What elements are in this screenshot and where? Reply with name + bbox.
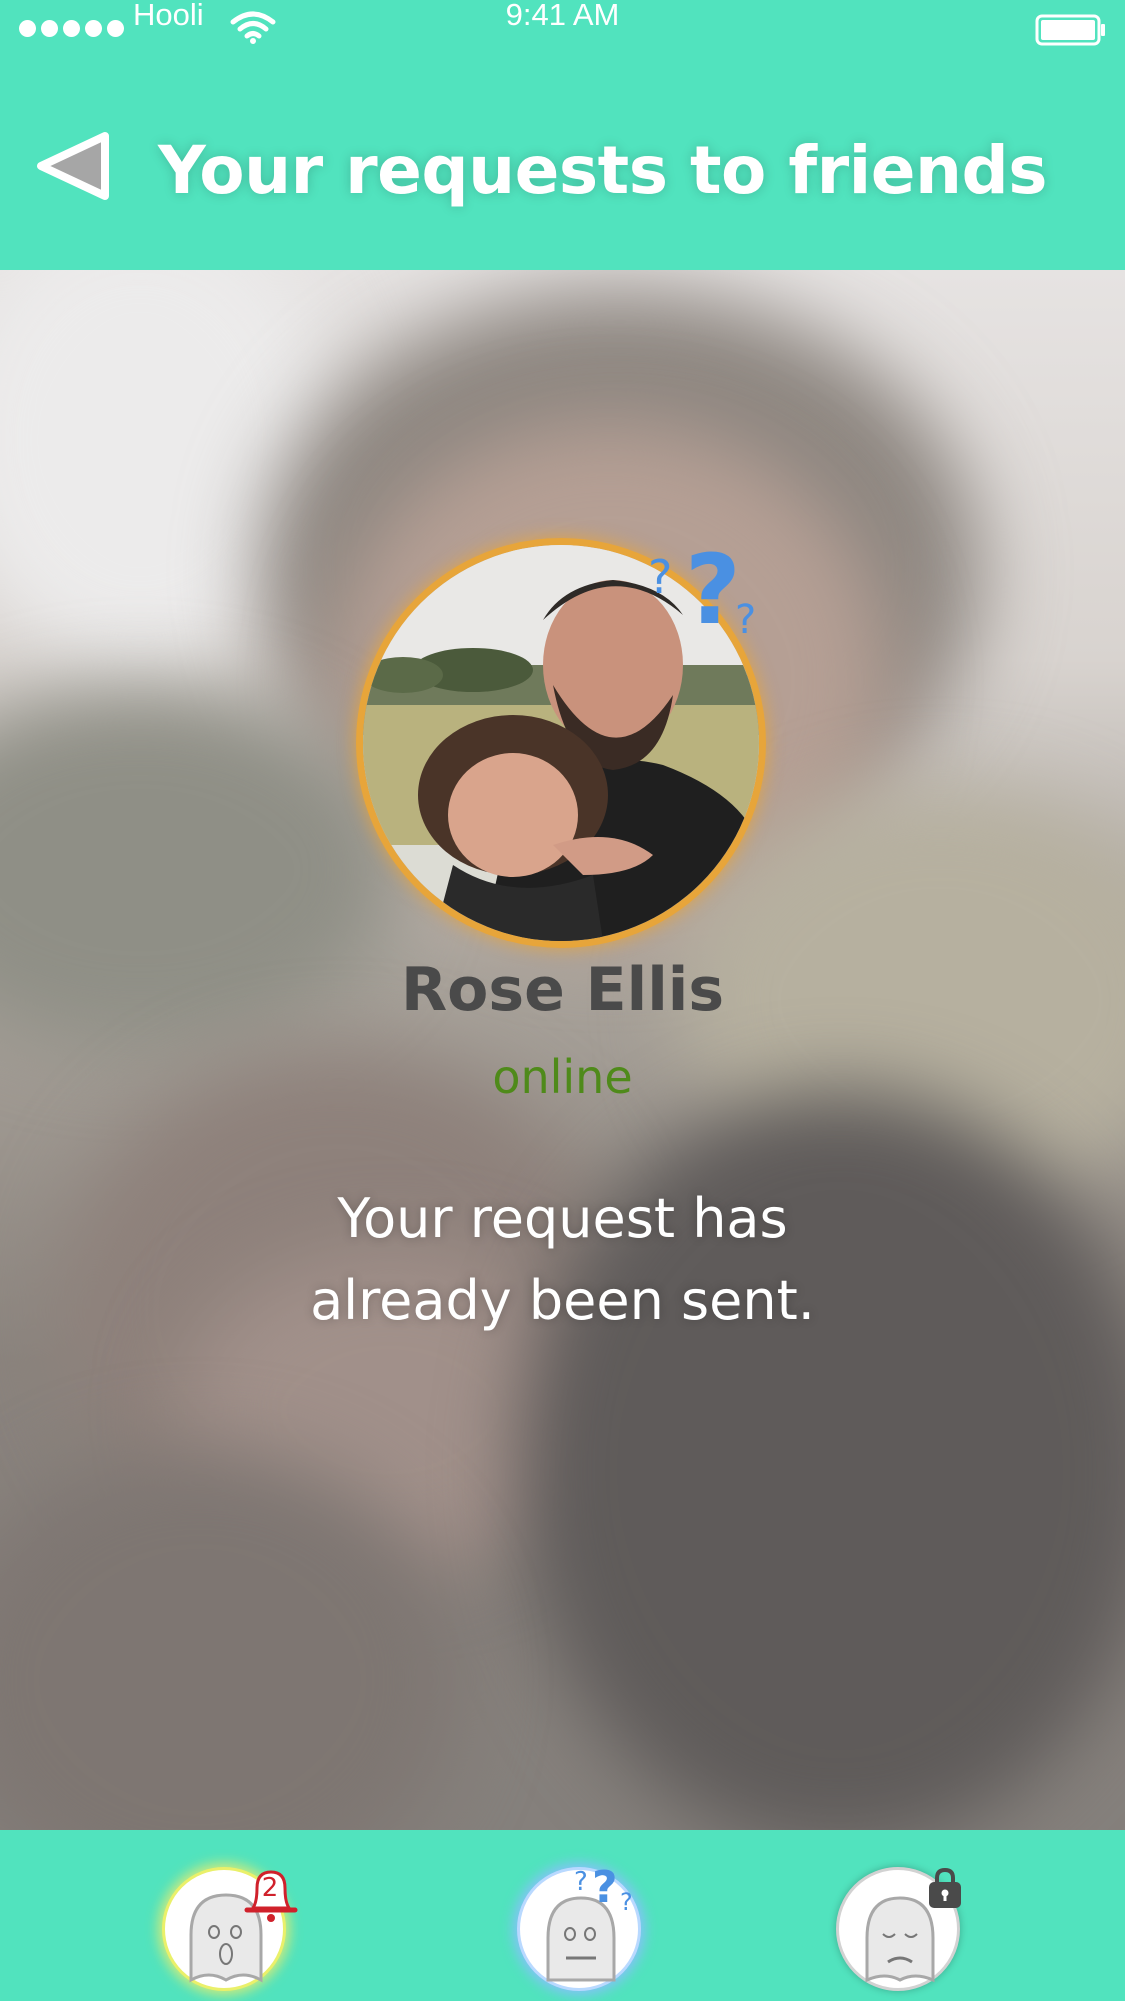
svg-text:?: ? [685, 535, 741, 645]
svg-text:?: ? [620, 1888, 633, 1916]
tab-notifications[interactable]: 2 [162, 1867, 298, 1991]
tab-private[interactable] [836, 1867, 961, 1991]
svg-text:?: ? [648, 550, 672, 604]
requests-screen: Hooli 9:41 AM Your requests to friends ?… [0, 0, 1125, 2001]
svg-text:?: ? [592, 1862, 618, 1913]
svg-text:?: ? [735, 597, 756, 643]
status-time: 9:41 AM [505, 0, 620, 32]
online-status: online [492, 1050, 633, 1104]
profile-name: Rose Ellis [400, 955, 725, 1025]
back-button[interactable] [33, 128, 113, 204]
message-line-1: Your request has [337, 1187, 788, 1250]
request-sent-message: Your request has already been sent. [0, 1178, 1125, 1342]
header-bar: Hooli 9:41 AM Your requests to friends [0, 0, 1125, 270]
battery-icon [1035, 14, 1105, 46]
page-title: Your requests to friends [158, 132, 1048, 209]
bottom-tab-bar: 2 ? ? ? [0, 1830, 1125, 2001]
lock-icon [929, 1867, 961, 1908]
notification-count-badge: 2 [261, 1873, 279, 1903]
status-bar: Hooli 9:41 AM [0, 0, 1125, 46]
question-marks-icon: ? ? ? [574, 1862, 633, 1916]
tab-requests[interactable]: ? ? ? [517, 1862, 641, 1991]
message-line-2: already been sent. [310, 1269, 815, 1332]
back-triangle-icon [37, 132, 109, 200]
svg-text:?: ? [574, 1867, 588, 1897]
question-marks-icon: ? ? ? [648, 535, 756, 645]
